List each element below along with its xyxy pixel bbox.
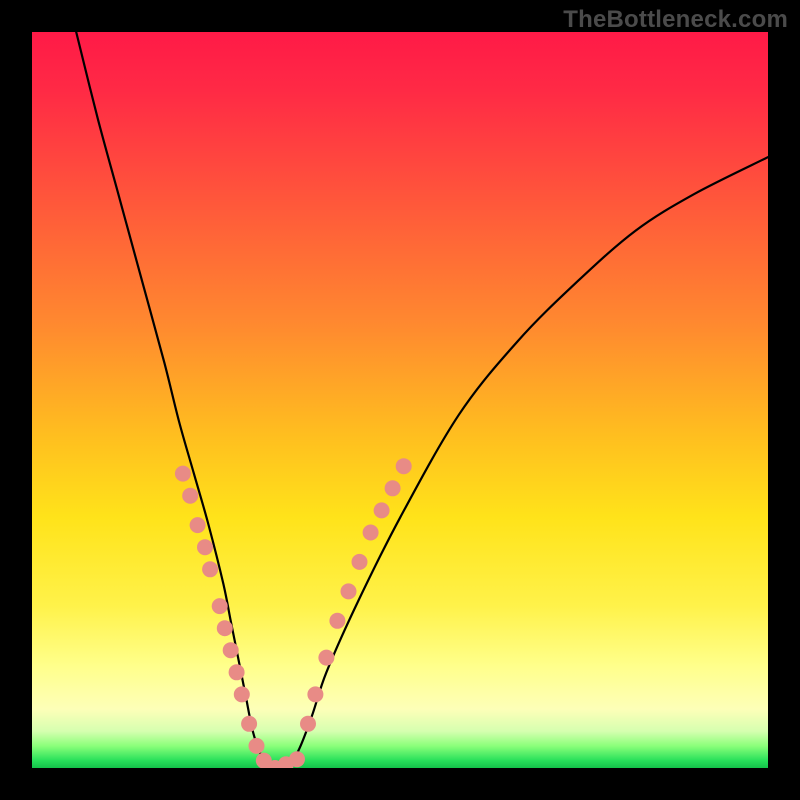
marker-dot [217, 620, 233, 636]
marker-dot [374, 502, 390, 518]
marker-dot [329, 613, 345, 629]
marker-dot [223, 642, 239, 658]
marker-dot [249, 738, 265, 754]
marker-dots [175, 458, 412, 768]
marker-dot [234, 686, 250, 702]
marker-dot [289, 751, 305, 767]
plot-area [32, 32, 768, 768]
marker-dot [363, 525, 379, 541]
marker-dot [241, 716, 257, 732]
bottleneck-curve [76, 32, 768, 768]
chart-frame: TheBottleneck.com [0, 0, 800, 800]
marker-dot [318, 650, 334, 666]
marker-dot [182, 488, 198, 504]
marker-dot [352, 554, 368, 570]
marker-dot [190, 517, 206, 533]
marker-dot [197, 539, 213, 555]
watermark-text: TheBottleneck.com [563, 6, 788, 34]
marker-dot [300, 716, 316, 732]
marker-dot [175, 466, 191, 482]
marker-dot [212, 598, 228, 614]
marker-dot [229, 664, 245, 680]
marker-dot [202, 561, 218, 577]
marker-dot [307, 686, 323, 702]
marker-dot [385, 480, 401, 496]
curve-layer [32, 32, 768, 768]
marker-dot [396, 458, 412, 474]
marker-dot [341, 583, 357, 599]
